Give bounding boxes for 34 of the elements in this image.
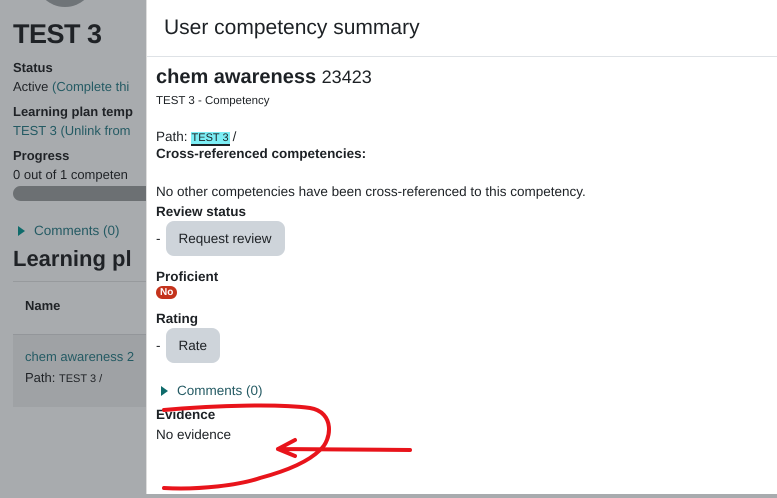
path-label: Path: xyxy=(25,370,56,385)
request-review-button[interactable]: Request review xyxy=(166,221,285,256)
comments-toggle[interactable]: Comments (0) xyxy=(18,223,146,238)
field-value: Active xyxy=(13,79,50,94)
evidence-text: No evidence xyxy=(156,427,232,442)
path-label: Path: xyxy=(156,129,188,144)
section-heading: Rating xyxy=(156,311,199,326)
path-separator: / xyxy=(232,129,236,144)
caret-right-icon xyxy=(18,226,25,236)
section-heading: Review status xyxy=(156,204,248,219)
review-status-value: - xyxy=(156,231,160,246)
section-heading: Proficient xyxy=(156,269,220,284)
column-header: Name xyxy=(24,297,62,315)
field-link[interactable]: (Complete thi xyxy=(52,79,130,94)
field-value: 0 out of 1 competen xyxy=(13,167,128,182)
proficiency-badge: No xyxy=(156,286,178,299)
field-label: Status xyxy=(13,60,54,75)
comments-toggle[interactable]: Comments (0) xyxy=(161,383,768,398)
field-label: Progress xyxy=(13,148,70,163)
rating-value: - xyxy=(156,338,160,353)
path-link[interactable]: TEST 3 xyxy=(190,132,230,146)
caret-right-icon xyxy=(161,386,168,396)
page-title: TEST 3 xyxy=(13,19,103,50)
section-heading: Evidence xyxy=(156,407,216,422)
competency-name: chem awareness 23423 xyxy=(156,66,373,89)
rate-button[interactable]: Rate xyxy=(166,328,220,363)
field-label: Learning plan temp xyxy=(13,104,134,119)
field-link[interactable]: TEST 3 (Unlink from xyxy=(13,123,131,138)
section-heading: Cross-referenced competencies: xyxy=(156,146,368,161)
framework-label: TEST 3 - Competency xyxy=(156,95,271,107)
path-link[interactable]: TEST 3 / xyxy=(58,373,102,385)
dialog-title: User competency summary xyxy=(164,16,420,40)
section-heading: Learning pl xyxy=(13,246,133,272)
cross-reference-text: No other competencies have been cross-referenced to this competency. xyxy=(156,184,587,199)
